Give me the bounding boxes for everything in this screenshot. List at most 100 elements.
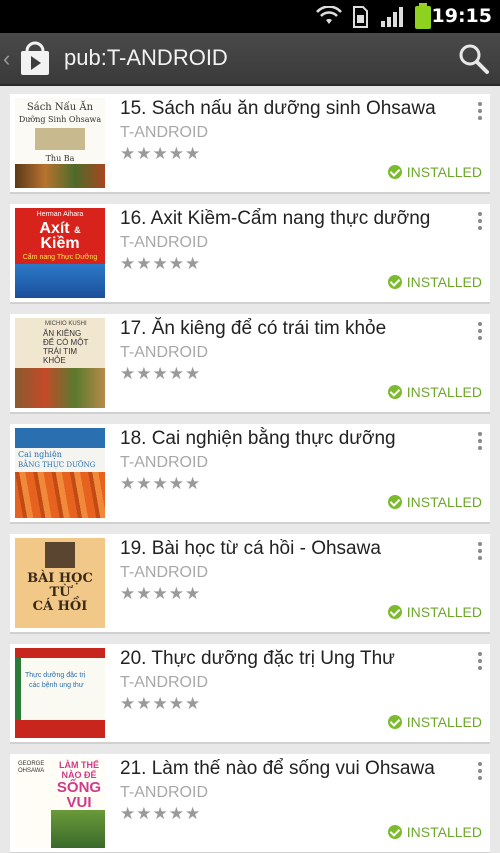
- check-circle-icon: [387, 165, 402, 179]
- cover-title: Axít & Kiềm: [15, 221, 105, 252]
- overflow-menu-icon[interactable]: [478, 652, 484, 673]
- page-title: pub:T-ANDROID: [64, 45, 228, 70]
- book-cover: Thực dưỡng đặc trị các bệnh ung thư: [15, 648, 105, 738]
- installed-badge: INSTALLED: [387, 494, 482, 510]
- cover-title: ĂN KIÊNG ĐỂ CÓ MỘT TRÁI TIM KHỎE: [43, 329, 88, 365]
- rating-stars: ★★★★★: [120, 254, 202, 273]
- item-title: 15. Sách nấu ăn dưỡng sinh Ohsawa: [120, 98, 436, 119]
- cover-art: [15, 428, 105, 448]
- cover-art: [15, 648, 105, 658]
- cover-title: BÀI HỌC TỪ CÁ HỒI: [15, 572, 105, 614]
- cover-text: các bệnh ung thư: [29, 682, 84, 689]
- cover-text: TỪ: [49, 585, 71, 600]
- item-title: 16. Axit Kiềm-Cẩm nang thực dưỡng: [120, 208, 431, 229]
- cover-text: BẰNG THỰC DƯỠNG: [18, 461, 96, 469]
- book-cover: MICHIO KUSHI ĂN KIÊNG ĐỂ CÓ MỘT TRÁI TIM…: [15, 318, 105, 408]
- cover-text: Cai nghiện: [18, 450, 62, 459]
- book-cover: GEORGE OHSAWA LÀM THẾ NÀO ĐỂ SỐNG VUI: [15, 758, 105, 848]
- installed-badge: INSTALLED: [387, 164, 482, 180]
- cover-text: TRÁI TIM: [43, 347, 78, 356]
- cover-art: [15, 264, 105, 298]
- cover-text: GEORGE OHSAWA: [18, 761, 45, 774]
- book-cover: BÀI HỌC TỪ CÁ HỒI: [15, 538, 105, 628]
- item-publisher: T-ANDROID: [120, 674, 208, 691]
- book-cover: Herman Aihara Axít & Kiềm Cẩm nang Thực …: [15, 208, 105, 298]
- installed-label: INSTALLED: [406, 164, 482, 180]
- item-title: 19. Bài học từ cá hồi - Ohsawa: [120, 538, 381, 559]
- check-circle-icon: [387, 715, 402, 729]
- sim-icon: [353, 6, 368, 28]
- item-title: 17. Ăn kiêng để có trái tim khỏe: [120, 318, 387, 339]
- cover-text: Kiềm: [40, 235, 80, 252]
- installed-label: INSTALLED: [406, 714, 482, 730]
- cover-text: MICHIO KUSHI: [45, 321, 87, 327]
- rating-stars: ★★★★★: [120, 584, 202, 603]
- back-chevron-icon[interactable]: ‹: [3, 46, 10, 72]
- item-title: 18. Cai nghiện bằng thực dưỡng: [120, 428, 396, 449]
- cover-art: [15, 720, 105, 738]
- installed-badge: INSTALLED: [387, 274, 482, 290]
- list-item[interactable]: Sách Nấu Ăn Dưỡng Sinh Ohsawa Thu Ba 15.…: [10, 94, 490, 194]
- overflow-menu-icon[interactable]: [478, 542, 484, 563]
- item-publisher: T-ANDROID: [120, 784, 208, 801]
- item-title: 21. Làm thế nào để sống vui Ohsawa: [120, 758, 435, 779]
- check-circle-icon: [387, 495, 402, 509]
- cover-text: Sách Nấu Ăn: [26, 102, 94, 113]
- action-bar: ‹ pub:T-ANDROID: [0, 33, 500, 86]
- cover-text: Thu Ba: [45, 154, 75, 163]
- app-list[interactable]: Sách Nấu Ăn Dưỡng Sinh Ohsawa Thu Ba 15.…: [0, 86, 500, 853]
- cover-art: [45, 542, 75, 568]
- list-item[interactable]: BÀI HỌC TỪ CÁ HỒI 19. Bài học từ cá hồi …: [10, 534, 490, 634]
- cover-text: SỐNG: [56, 779, 102, 796]
- cover-text: ĂN KIÊNG: [43, 329, 82, 338]
- book-cover: Cai nghiện BẰNG THỰC DƯỠNG: [15, 428, 105, 518]
- item-publisher: T-ANDROID: [120, 124, 208, 141]
- installed-label: INSTALLED: [406, 604, 482, 620]
- list-item[interactable]: Herman Aihara Axít & Kiềm Cẩm nang Thực …: [10, 204, 490, 304]
- overflow-menu-icon[interactable]: [478, 762, 484, 783]
- overflow-menu-icon[interactable]: [478, 322, 484, 343]
- overflow-menu-icon[interactable]: [478, 432, 484, 453]
- cover-art: [35, 128, 85, 150]
- cover-text: ĐỂ CÓ MỘT: [43, 338, 89, 347]
- status-bar: 19:15: [0, 0, 500, 33]
- cover-text: BÀI HỌC: [27, 571, 93, 586]
- item-publisher: T-ANDROID: [120, 234, 208, 251]
- check-circle-icon: [387, 605, 402, 619]
- rating-stars: ★★★★★: [120, 144, 202, 163]
- installed-badge: INSTALLED: [387, 604, 482, 620]
- signal-icon: [381, 7, 403, 27]
- list-item[interactable]: Thực dưỡng đặc trị các bệnh ung thư 20. …: [10, 644, 490, 744]
- installed-badge: INSTALLED: [387, 714, 482, 730]
- wifi-icon: [316, 6, 342, 24]
- rating-stars: ★★★★★: [120, 474, 202, 493]
- list-item[interactable]: GEORGE OHSAWA LÀM THẾ NÀO ĐỂ SỐNG VUI 21…: [10, 754, 490, 853]
- play-store-logo-icon[interactable]: [17, 41, 53, 77]
- search-icon[interactable]: [458, 43, 490, 75]
- list-item[interactable]: MICHIO KUSHI ĂN KIÊNG ĐỂ CÓ MỘT TRÁI TIM…: [10, 314, 490, 414]
- clock: 19:15: [431, 5, 492, 27]
- book-cover: Sách Nấu Ăn Dưỡng Sinh Ohsawa Thu Ba: [15, 98, 105, 188]
- installed-label: INSTALLED: [406, 384, 482, 400]
- installed-label: INSTALLED: [406, 824, 482, 840]
- check-circle-icon: [387, 275, 402, 289]
- cover-art: [15, 164, 105, 188]
- overflow-menu-icon[interactable]: [478, 102, 484, 123]
- cover-text: LÀM THẾ: [59, 760, 99, 770]
- rating-stars: ★★★★★: [120, 804, 202, 823]
- cover-text: CÁ HỒI: [32, 599, 88, 614]
- cover-text: VUI: [66, 794, 92, 811]
- item-publisher: T-ANDROID: [120, 344, 208, 361]
- installed-label: INSTALLED: [406, 494, 482, 510]
- cover-text: Thực dưỡng đặc trị: [25, 672, 86, 679]
- cover-title: LÀM THẾ NÀO ĐỂ SỐNG VUI: [53, 760, 105, 810]
- cover-art: [51, 810, 105, 848]
- cover-text: &: [74, 225, 81, 235]
- list-item[interactable]: Cai nghiện BẰNG THỰC DƯỠNG 18. Cai nghiệ…: [10, 424, 490, 524]
- installed-label: INSTALLED: [406, 274, 482, 290]
- installed-badge: INSTALLED: [387, 384, 482, 400]
- item-publisher: T-ANDROID: [120, 564, 208, 581]
- battery-icon: [415, 3, 431, 29]
- overflow-menu-icon[interactable]: [478, 212, 484, 233]
- installed-badge: INSTALLED: [387, 824, 482, 840]
